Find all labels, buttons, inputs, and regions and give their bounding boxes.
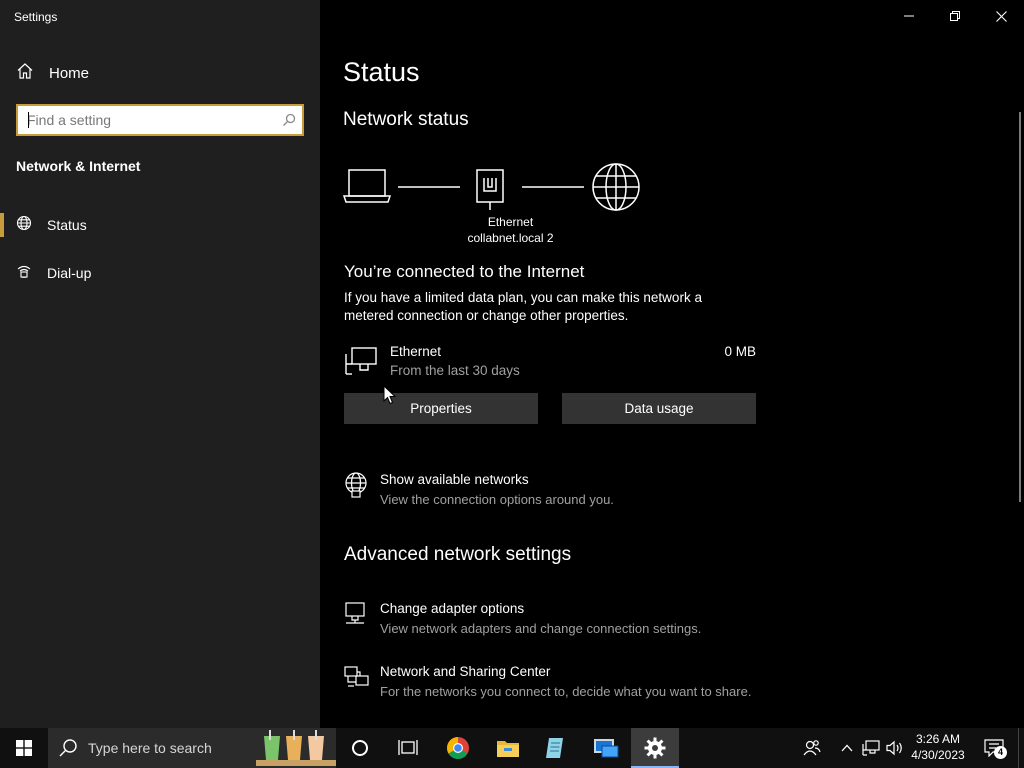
sidebar-item-label: Status <box>47 217 87 233</box>
section-heading: Network & Internet <box>16 158 141 174</box>
taskbar: Type here to search 3:26 AM 4/30/2023 4 <box>0 728 1024 768</box>
settings-gear-icon <box>644 737 666 759</box>
adapter-monitor-icon <box>344 601 368 632</box>
row-title: Show available networks <box>380 472 529 487</box>
sidebar-item-status[interactable]: Status <box>0 205 320 245</box>
scrollbar[interactable] <box>1019 112 1021 502</box>
search-highlight-drinks-icon <box>256 730 336 768</box>
notepad-taskbar-button[interactable] <box>532 728 580 768</box>
search-icon <box>58 738 78 763</box>
sidebar-item-label: Home <box>49 64 90 82</box>
connected-title: You’re connected to the Internet <box>344 262 585 281</box>
properties-button[interactable]: Properties <box>344 393 538 424</box>
sharing-center-icon <box>344 664 370 695</box>
sidebar-item-home[interactable]: Home <box>0 56 320 90</box>
taskbar-search-placeholder: Type here to search <box>88 740 212 756</box>
task-view-icon <box>398 740 418 755</box>
row-description: View network adapters and change connect… <box>380 621 702 636</box>
sidebar-item-dialup[interactable]: Dial-up <box>0 253 320 293</box>
remote-desktop-icon <box>594 739 619 758</box>
settings-window: Settings Home Network & Internet <box>0 0 1024 728</box>
internet-globe-icon <box>592 163 640 211</box>
adapter-period: From the last 30 days <box>390 363 520 378</box>
network-status-heading: Network status <box>343 109 469 130</box>
laptop-icon <box>342 169 392 203</box>
home-icon <box>16 62 34 85</box>
notepad-icon <box>546 738 563 758</box>
network-diagram: Ethernet collabnet.local 2 <box>342 162 643 252</box>
clock-time: 3:26 AM <box>915 732 961 746</box>
advanced-settings-heading: Advanced network settings <box>344 544 572 565</box>
cortana-icon <box>352 740 368 756</box>
search-input[interactable] <box>18 106 276 134</box>
network-sharing-center-link[interactable]: Network and Sharing Center For the netwo… <box>344 664 794 704</box>
sidebar-item-label: Dial-up <box>47 265 92 281</box>
main-content: Status Network status Ethernet collabnet… <box>320 0 1019 728</box>
text-caret <box>28 112 29 128</box>
volume-icon <box>886 740 902 756</box>
selection-indicator <box>0 213 4 237</box>
show-hidden-icons-button[interactable] <box>838 728 856 768</box>
taskbar-search-box[interactable]: Type here to search <box>48 728 336 768</box>
notification-count-badge: 4 <box>994 746 1007 759</box>
network-tray-icon <box>862 740 880 756</box>
network-globe-icon <box>344 472 368 503</box>
ethernet-port-icon <box>476 169 504 210</box>
dialup-icon <box>16 263 32 284</box>
people-button[interactable] <box>800 728 824 768</box>
people-icon <box>803 740 821 756</box>
file-explorer-icon <box>497 741 519 757</box>
taskbar-clock[interactable]: 3:26 AM 4/30/2023 <box>908 731 968 763</box>
row-title: Network and Sharing Center <box>380 664 551 679</box>
chevron-up-icon <box>841 744 853 752</box>
change-adapter-options-link[interactable]: Change adapter options View network adap… <box>344 601 794 641</box>
row-description: View the connection options around you. <box>380 492 614 507</box>
show-available-networks-link[interactable]: Show available networks View the connect… <box>344 472 794 512</box>
clock-date: 4/30/2023 <box>911 748 965 762</box>
mouse-cursor-icon <box>383 385 397 405</box>
windows-start-icon <box>16 740 32 756</box>
file-explorer-taskbar-button[interactable] <box>484 728 532 768</box>
remote-desktop-taskbar-button[interactable] <box>582 728 630 768</box>
app-title: Settings <box>14 10 58 24</box>
volume-button[interactable] <box>884 728 906 768</box>
start-button[interactable] <box>0 728 48 768</box>
sidebar: Settings Home Network & Internet <box>0 0 320 728</box>
globe-icon <box>16 215 32 236</box>
cortana-button[interactable] <box>336 728 384 768</box>
search-box <box>16 104 304 136</box>
connected-description: If you have a limited data plan, you can… <box>344 290 702 323</box>
action-center-button[interactable]: 4 <box>980 728 1008 768</box>
task-view-button[interactable] <box>384 728 432 768</box>
chrome-icon <box>447 737 469 759</box>
data-usage-button[interactable]: Data usage <box>562 393 756 424</box>
chrome-taskbar-button[interactable] <box>434 728 482 768</box>
network-name: collabnet.local 2 <box>467 231 554 245</box>
page-title: Status <box>343 57 420 87</box>
ethernet-adapter-icon <box>344 346 378 381</box>
search-icon[interactable] <box>276 107 302 133</box>
row-description: For the networks you connect to, decide … <box>380 684 752 699</box>
network-tray-button[interactable] <box>860 728 882 768</box>
adapter-data-usage: 0 MB <box>724 344 756 359</box>
adapter-name: Ethernet <box>390 344 442 359</box>
adapter-usage-row: Ethernet From the last 30 days 0 MB <box>344 342 756 382</box>
device-label: Ethernet collabnet.local 2 <box>448 214 573 246</box>
settings-taskbar-button[interactable] <box>631 728 679 768</box>
row-title: Change adapter options <box>380 601 525 616</box>
show-desktop-button[interactable] <box>1018 728 1024 768</box>
device-name: Ethernet <box>487 215 534 229</box>
